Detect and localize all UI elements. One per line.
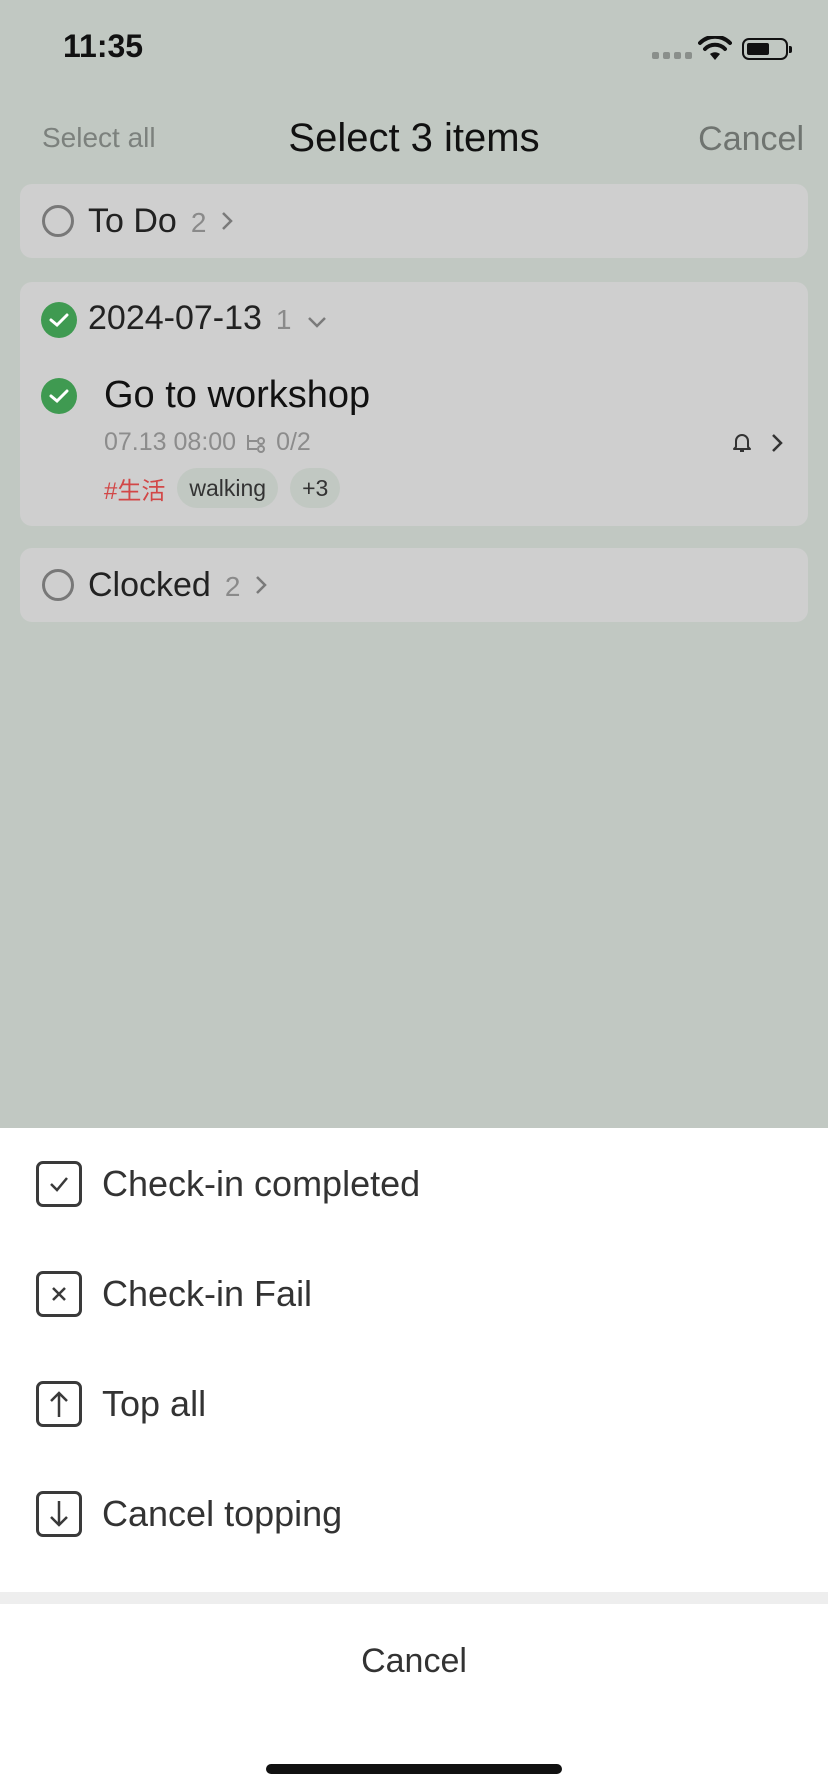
group-label: 2024-07-13 xyxy=(88,299,262,337)
task-checked-icon[interactable] xyxy=(41,378,77,414)
nav-cancel-button[interactable]: Cancel xyxy=(698,120,804,159)
home-indicator xyxy=(266,1764,562,1774)
sheet-item-label: Check-in Fail xyxy=(102,1273,313,1314)
cellular-signal-icon xyxy=(652,52,692,59)
task-subtask-count: 0/2 xyxy=(276,428,311,456)
arrow-down-square-icon xyxy=(36,1491,82,1537)
check-square-icon xyxy=(36,1161,82,1207)
sheet-item-label: Check-in completed xyxy=(102,1163,421,1204)
battery-icon xyxy=(742,38,792,60)
sheet-separator xyxy=(0,1592,828,1604)
group-select-radio[interactable] xyxy=(42,569,74,601)
sheet-cancel-button[interactable]: Cancel xyxy=(0,1642,828,1681)
group-select-radio[interactable] xyxy=(42,205,74,237)
check-in-fail-button[interactable]: Check-in Fail xyxy=(36,1271,312,1317)
tag-label: #生活 xyxy=(104,477,166,505)
tag-more-pill: +3 xyxy=(290,468,341,508)
bell-icon xyxy=(733,434,751,452)
cancel-topping-button[interactable]: Cancel topping xyxy=(36,1491,342,1537)
group-count: 1 xyxy=(275,304,292,335)
action-sheet xyxy=(0,1128,828,1792)
arrow-up-square-icon xyxy=(36,1381,82,1427)
task-tags: #生活 walking +3 xyxy=(104,468,341,508)
sheet-item-label: Top all xyxy=(102,1383,207,1424)
chevron-right-icon xyxy=(256,576,268,594)
group-label: To Do xyxy=(88,202,177,240)
chevron-down-icon xyxy=(307,317,326,328)
task-meta: 07.13 08:00 0/2 xyxy=(104,428,311,457)
tag-pill: walking xyxy=(177,468,279,508)
task-datetime: 07.13 08:00 xyxy=(104,428,237,456)
group-count: 2 xyxy=(224,571,241,602)
chevron-right-icon xyxy=(222,212,234,230)
group-count: 2 xyxy=(190,207,207,238)
top-all-button[interactable]: Top all xyxy=(36,1381,206,1427)
status-time: 11:35 xyxy=(63,28,144,64)
wifi-icon xyxy=(698,36,732,60)
chevron-right-icon[interactable] xyxy=(770,432,784,454)
sheet-item-label: Cancel topping xyxy=(102,1493,343,1534)
group-todo[interactable]: To Do 2 xyxy=(20,184,808,258)
group-clocked[interactable]: Clocked 2 xyxy=(20,548,808,622)
group-label: Clocked xyxy=(88,566,211,604)
task-title[interactable]: Go to workshop xyxy=(104,374,370,417)
subtask-icon xyxy=(247,434,266,453)
check-in-completed-button[interactable]: Check-in completed xyxy=(36,1161,420,1207)
checked-icon[interactable] xyxy=(41,302,77,338)
x-square-icon xyxy=(36,1271,82,1317)
